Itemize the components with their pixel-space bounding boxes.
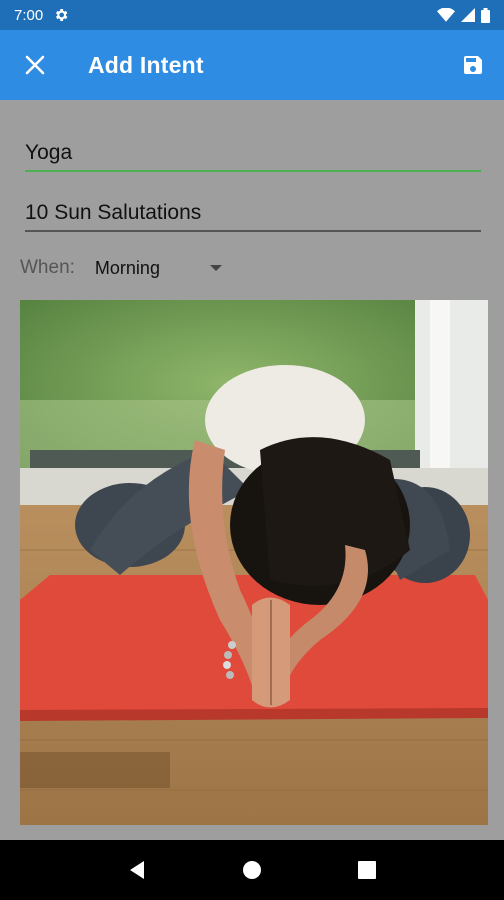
when-dropdown[interactable]: Morning bbox=[95, 258, 222, 279]
status-time: 7:00 bbox=[14, 6, 44, 24]
recents-button[interactable] bbox=[347, 850, 387, 890]
chevron-down-icon bbox=[209, 265, 222, 271]
intent-name-underline bbox=[25, 170, 481, 172]
gear-icon bbox=[53, 7, 69, 23]
battery-icon bbox=[481, 7, 490, 23]
when-row: When: Morning bbox=[20, 252, 222, 284]
intent-photo[interactable] bbox=[20, 300, 488, 825]
page-title: Add Intent bbox=[88, 51, 204, 78]
save-button[interactable] bbox=[442, 30, 504, 100]
close-button[interactable] bbox=[0, 30, 70, 100]
wifi-icon bbox=[437, 8, 455, 22]
close-icon bbox=[25, 55, 45, 75]
back-triangle-icon bbox=[130, 861, 145, 879]
when-selected-value: Morning bbox=[94, 257, 160, 278]
app-bar: Add Intent bbox=[0, 30, 504, 100]
yoga-photo-illustration bbox=[20, 300, 488, 825]
status-bar: 7:00 bbox=[0, 0, 504, 30]
back-button[interactable] bbox=[117, 850, 157, 890]
when-label: When: bbox=[20, 257, 75, 278]
home-circle-icon bbox=[242, 861, 261, 879]
recents-square-icon bbox=[357, 861, 376, 879]
intent-description-input[interactable] bbox=[25, 196, 481, 230]
intent-description-underline bbox=[25, 230, 481, 232]
system-nav-bar bbox=[0, 840, 504, 900]
save-icon bbox=[464, 56, 482, 74]
home-button[interactable] bbox=[232, 850, 272, 890]
signal-icon bbox=[461, 8, 475, 22]
intent-name-input[interactable] bbox=[25, 136, 481, 170]
form-content: When: Morning bbox=[0, 100, 504, 840]
status-icons bbox=[437, 7, 490, 23]
